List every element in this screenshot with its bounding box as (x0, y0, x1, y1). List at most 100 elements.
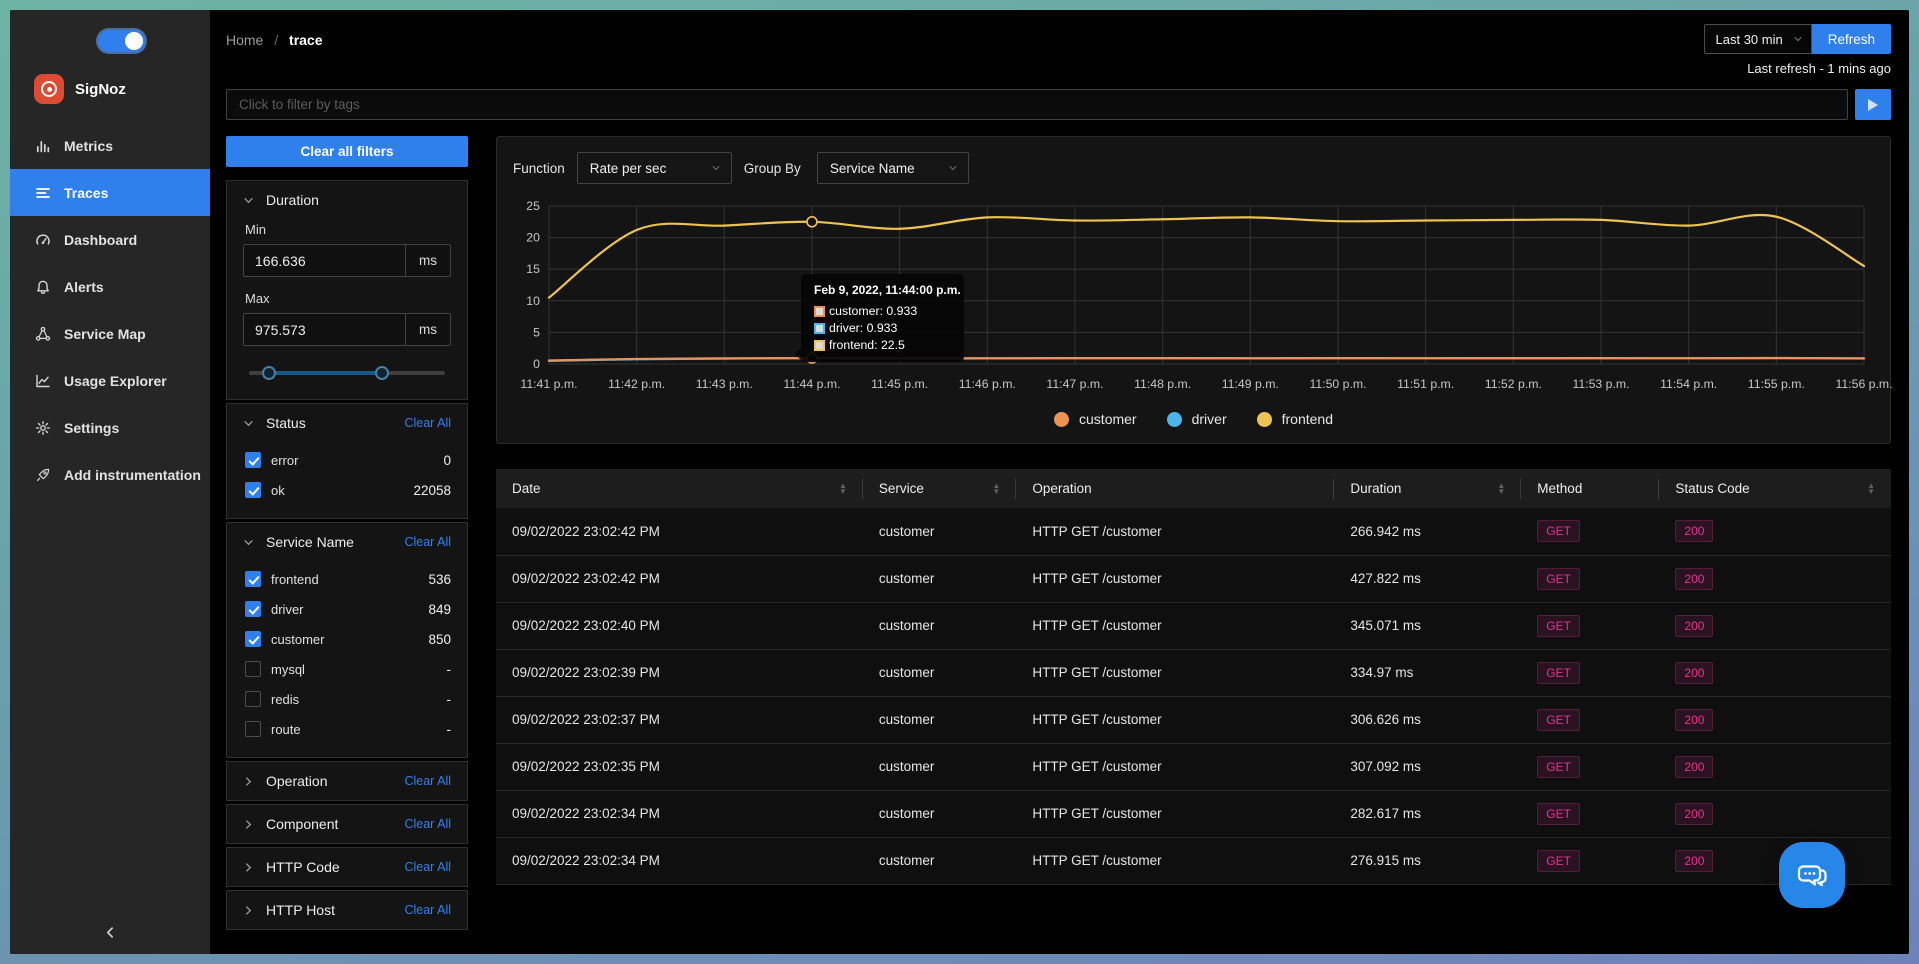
column-header-status-code[interactable]: Status Code▲▼ (1659, 469, 1891, 508)
breadcrumb-home[interactable]: Home (226, 32, 263, 48)
legend-item-customer[interactable]: customer (1054, 411, 1137, 427)
brand[interactable]: SigNoz (10, 56, 210, 114)
chevron-down-icon[interactable] (243, 195, 254, 206)
clear-section-link[interactable]: Clear All (404, 416, 451, 430)
run-filter-button[interactable] (1855, 89, 1891, 120)
refresh-button[interactable]: Refresh (1812, 24, 1891, 54)
duration-max-input[interactable] (243, 313, 406, 346)
sort-icon[interactable]: ▲▼ (1497, 483, 1505, 495)
duration-min-input[interactable] (243, 244, 406, 277)
group-by-select[interactable]: Service Name (817, 152, 969, 184)
svg-text:11:45 p.m.: 11:45 p.m. (871, 377, 928, 391)
time-range-value: Last 30 min (1716, 32, 1783, 47)
theme-toggle[interactable] (98, 30, 145, 52)
top-controls: Last 30 min Refresh Last refresh - 1 min… (1704, 24, 1891, 76)
cell-status-code: 200 (1659, 790, 1891, 837)
filter-section-header: HTTP HostClear All (243, 902, 451, 918)
cell-operation: HTTP GET /customer (1016, 602, 1334, 649)
support-chat-button[interactable] (1779, 842, 1845, 908)
legend-label: customer (1079, 411, 1137, 427)
checkbox[interactable] (245, 631, 261, 647)
traces-main: Function Rate per sec Group By Service N… (496, 136, 1891, 954)
sidebar-item-service-map[interactable]: Service Map (10, 310, 210, 357)
tag-filter-input[interactable] (226, 89, 1848, 120)
sidebar-item-label: Add instrumentation (64, 467, 201, 483)
sidebar-item-alerts[interactable]: Alerts (10, 263, 210, 310)
clear-section-link[interactable]: Clear All (404, 903, 451, 917)
cell-status-code: 200 (1659, 602, 1891, 649)
legend-label: driver (1192, 411, 1227, 427)
chevron-right-icon[interactable] (243, 862, 254, 873)
clear-section-link[interactable]: Clear All (404, 817, 451, 831)
table-row[interactable]: 09/02/2022 23:02:35 PMcustomerHTTP GET /… (496, 743, 1891, 790)
bell-icon (35, 279, 51, 295)
clear-section-link[interactable]: Clear All (404, 774, 451, 788)
clear-all-filters-button[interactable]: Clear all filters (226, 136, 468, 167)
legend-item-frontend[interactable]: frontend (1257, 411, 1333, 427)
filter-item-count: 850 (428, 632, 451, 647)
breadcrumb-separator: / (274, 32, 278, 48)
function-select[interactable]: Rate per sec (577, 152, 732, 184)
clear-section-link[interactable]: Clear All (404, 535, 451, 549)
chevron-right-icon[interactable] (243, 905, 254, 916)
duration-range-slider[interactable] (249, 366, 445, 380)
filter-item-driver: driver849 (245, 594, 451, 624)
sort-icon[interactable]: ▲▼ (992, 483, 1000, 495)
column-header-duration[interactable]: Duration▲▼ (1334, 469, 1521, 508)
method-tag: GET (1537, 662, 1580, 684)
legend-item-driver[interactable]: driver (1167, 411, 1227, 427)
sidebar-item-add-instrumentation[interactable]: Add instrumentation (10, 451, 210, 498)
time-range-select[interactable]: Last 30 min (1704, 24, 1812, 54)
svg-text:11:50 p.m.: 11:50 p.m. (1309, 377, 1366, 391)
sort-icon[interactable]: ▲▼ (839, 483, 847, 495)
clear-section-link[interactable]: Clear All (404, 860, 451, 874)
sidebar-item-metrics[interactable]: Metrics (10, 122, 210, 169)
table-row[interactable]: 09/02/2022 23:02:34 PMcustomerHTTP GET /… (496, 837, 1891, 884)
table-row[interactable]: 09/02/2022 23:02:39 PMcustomerHTTP GET /… (496, 649, 1891, 696)
legend-label: frontend (1282, 411, 1333, 427)
chevron-right-icon[interactable] (243, 819, 254, 830)
svg-text:11:41 p.m.: 11:41 p.m. (520, 377, 577, 391)
filter-section-http-host: HTTP HostClear All (226, 890, 468, 930)
column-header-date[interactable]: Date▲▼ (496, 469, 863, 508)
filter-item-ok: ok22058 (245, 475, 451, 505)
filter-section-duration: Duration Min ms Max ms (226, 180, 468, 400)
table-row[interactable]: 09/02/2022 23:02:42 PMcustomerHTTP GET /… (496, 508, 1891, 555)
table-row[interactable]: 09/02/2022 23:02:37 PMcustomerHTTP GET /… (496, 696, 1891, 743)
filter-section-header: OperationClear All (243, 773, 451, 789)
chevron-down-icon[interactable] (243, 537, 254, 548)
column-header-service[interactable]: Service▲▼ (863, 469, 1016, 508)
checkbox[interactable] (245, 721, 261, 737)
checkbox[interactable] (245, 482, 261, 498)
slider-handle-min[interactable] (262, 366, 276, 380)
sidebar-collapse-button[interactable] (10, 910, 210, 954)
sort-icon[interactable]: ▲▼ (1867, 483, 1875, 495)
filter-item-label: mysql (271, 662, 447, 677)
breadcrumb: Home / trace (226, 24, 323, 48)
filter-item-redis: redis- (245, 684, 451, 714)
filter-section-header: StatusClear All (243, 415, 451, 431)
duration-max-unit: ms (406, 313, 451, 346)
chevron-right-icon[interactable] (243, 776, 254, 787)
table-row[interactable]: 09/02/2022 23:02:42 PMcustomerHTTP GET /… (496, 555, 1891, 602)
chevron-down-icon[interactable] (243, 418, 254, 429)
checkbox[interactable] (245, 601, 261, 617)
cell-date: 09/02/2022 23:02:39 PM (496, 649, 863, 696)
svg-text:0: 0 (533, 357, 540, 371)
sidebar-item-settings[interactable]: Settings (10, 404, 210, 451)
brand-name: SigNoz (75, 81, 126, 98)
sidebar-item-dashboard[interactable]: Dashboard (10, 216, 210, 263)
legend-dot-icon (1054, 412, 1069, 427)
checkbox[interactable] (245, 661, 261, 677)
slider-handle-max[interactable] (375, 366, 389, 380)
checkbox[interactable] (245, 452, 261, 468)
table-row[interactable]: 09/02/2022 23:02:40 PMcustomerHTTP GET /… (496, 602, 1891, 649)
table-row[interactable]: 09/02/2022 23:02:34 PMcustomerHTTP GET /… (496, 790, 1891, 837)
checkbox[interactable] (245, 691, 261, 707)
method-tag: GET (1537, 520, 1580, 542)
checkbox[interactable] (245, 571, 261, 587)
sidebar-item-label: Metrics (64, 138, 113, 154)
traces-chart-svg[interactable]: 051015202511:41 p.m.11:42 p.m.11:43 p.m.… (513, 198, 1874, 403)
sidebar-item-usage-explorer[interactable]: Usage Explorer (10, 357, 210, 404)
sidebar-item-traces[interactable]: Traces (10, 169, 210, 216)
